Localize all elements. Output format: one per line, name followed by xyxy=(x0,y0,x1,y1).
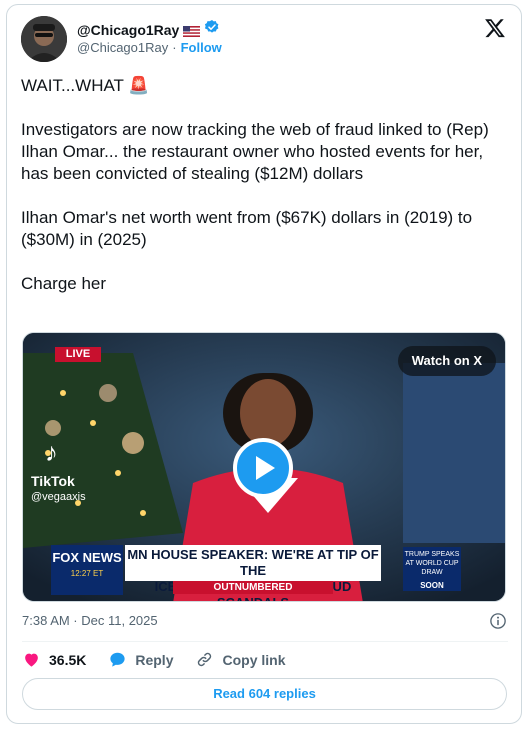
network-logo: FOX NEWS 12:27 ET xyxy=(51,545,123,595)
verified-badge-icon xyxy=(204,19,220,40)
tweet-text: WAIT...WHAT 🚨 Investigators are now trac… xyxy=(21,75,501,295)
live-tag: LIVE xyxy=(55,347,101,362)
play-icon xyxy=(256,456,275,480)
author-handle-row: @Chicago1Ray · Follow xyxy=(77,40,222,55)
side-promo-soon: SOON xyxy=(420,581,444,590)
us-flag-icon xyxy=(183,24,201,37)
author-name-row: @Chicago1Ray xyxy=(77,19,220,40)
tweet-paragraph: WAIT...WHAT 🚨 xyxy=(21,76,150,95)
tweet-paragraph: Investigators are now tracking the web o… xyxy=(21,120,489,183)
show-name: OUTNUMBERED xyxy=(173,581,333,594)
avatar[interactable] xyxy=(21,16,67,62)
x-logo-icon[interactable] xyxy=(484,17,506,39)
tiktok-handle: @vegaaxis xyxy=(31,491,86,503)
copy-link-button[interactable]: Copy link xyxy=(195,650,286,669)
video-thumbnail[interactable]: ♪ LIVE TikTok @vegaaxis FOX NEWS 12:27 E… xyxy=(22,332,506,602)
copy-link-label: Copy link xyxy=(222,651,286,668)
svg-text:♪: ♪ xyxy=(45,437,58,467)
like-button[interactable]: 36.5K xyxy=(22,650,86,669)
side-promo: TRUMP SPEAKS AT WORLD CUP DRAW SOON xyxy=(403,547,461,591)
side-promo-text: TRUMP SPEAKS AT WORLD CUP DRAW xyxy=(404,551,460,576)
heart-icon xyxy=(25,653,38,667)
chyron-line-1: MN HOUSE SPEAKER: WE'RE AT TIP OF THE xyxy=(127,547,379,578)
follow-button[interactable]: Follow xyxy=(181,40,222,55)
tweet-paragraph: Ilhan Omar's net worth went from ($67K) … xyxy=(21,208,473,249)
reply-button[interactable]: Reply xyxy=(108,650,173,669)
info-icon[interactable] xyxy=(489,612,507,630)
handle-separator: · xyxy=(172,40,177,55)
read-replies-button[interactable]: Read 604 replies xyxy=(22,678,507,710)
likes-count: 36.5K xyxy=(49,651,87,668)
news-chyron: MN HOUSE SPEAKER: WE'RE AT TIP OF THE IC… xyxy=(125,545,381,601)
divider xyxy=(22,641,508,642)
author-handle[interactable]: @Chicago1Ray xyxy=(77,40,168,55)
reply-label: Reply xyxy=(135,651,174,668)
tweet-card: @Chicago1Ray @Chicago1Ray · Follow WAIT.… xyxy=(6,4,522,724)
action-bar: 36.5K Reply Copy link xyxy=(22,650,308,669)
play-button[interactable] xyxy=(233,438,293,498)
network-time: 12:27 ET xyxy=(70,569,104,578)
watch-on-x-button[interactable]: Watch on X xyxy=(397,346,496,376)
tiktok-watermark: TikTok xyxy=(31,473,75,489)
network-name: FOX NEWS xyxy=(52,550,122,565)
reply-bubble-icon xyxy=(110,652,125,667)
tweet-timestamp[interactable]: 7:38 AM · Dec 11, 2025 xyxy=(22,613,158,628)
tweet-paragraph: Charge her xyxy=(21,274,107,293)
author-display-name[interactable]: @Chicago1Ray xyxy=(77,22,179,38)
link-icon xyxy=(198,652,212,667)
